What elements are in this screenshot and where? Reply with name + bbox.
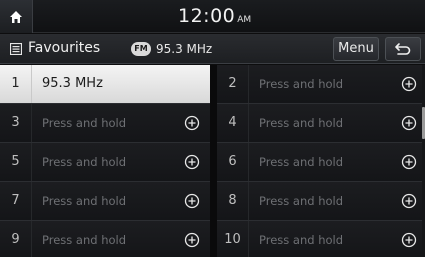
back-button[interactable]	[385, 37, 421, 61]
preset-number: 6	[217, 143, 249, 181]
add-circle-icon[interactable]	[401, 115, 417, 131]
clock-time: 12:00	[178, 5, 236, 27]
preset-label: Press and hold	[259, 233, 344, 247]
preset-label: Press and hold	[42, 155, 127, 169]
preset-label: 95.3 MHz	[42, 76, 103, 91]
clock-ampm: AM	[237, 15, 252, 25]
preset-10[interactable]: 10 Press and hold	[217, 221, 425, 257]
list-icon	[10, 43, 22, 55]
add-circle-icon[interactable]	[401, 154, 417, 170]
add-circle-icon[interactable]	[184, 154, 200, 170]
add-circle-icon[interactable]	[184, 193, 200, 209]
preset-label: Press and hold	[259, 194, 344, 208]
preset-2[interactable]: 2 Press and hold	[217, 65, 425, 104]
preset-label: Press and hold	[42, 194, 127, 208]
add-circle-icon[interactable]	[401, 232, 417, 248]
preset-3[interactable]: 3 Press and hold	[0, 104, 210, 143]
preset-number: 8	[217, 182, 249, 220]
title-bar: Favourites FM 95.3 MHz Menu	[0, 34, 425, 64]
preset-grid: 1 95.3 MHz 2 Press and hold 3 Press and …	[0, 65, 425, 257]
preset-6[interactable]: 6 Press and hold	[217, 143, 425, 182]
preset-5[interactable]: 5 Press and hold	[0, 143, 210, 182]
preset-label: Press and hold	[259, 155, 344, 169]
home-button[interactable]	[0, 0, 33, 33]
menu-button[interactable]: Menu	[333, 37, 379, 61]
preset-number: 4	[217, 104, 249, 142]
preset-number: 9	[0, 221, 32, 257]
add-circle-icon[interactable]	[401, 76, 417, 92]
home-icon	[10, 10, 22, 23]
preset-number: 3	[0, 104, 32, 142]
status-bar: 12:00 AM	[0, 0, 425, 33]
preset-4[interactable]: 4 Press and hold	[217, 104, 425, 143]
preset-9[interactable]: 9 Press and hold	[0, 221, 210, 257]
preset-number: 7	[0, 182, 32, 220]
preset-number: 5	[0, 143, 32, 181]
add-circle-icon[interactable]	[401, 193, 417, 209]
current-frequency: 95.3 MHz	[156, 42, 213, 56]
page-title: Favourites	[28, 40, 101, 56]
preset-label: Press and hold	[42, 233, 127, 247]
preset-8[interactable]: 8 Press and hold	[217, 182, 425, 221]
preset-label: Press and hold	[259, 116, 344, 130]
preset-1[interactable]: 1 95.3 MHz	[0, 65, 210, 104]
add-circle-icon[interactable]	[184, 115, 200, 131]
clock: 12:00 AM	[178, 5, 251, 29]
preset-7[interactable]: 7 Press and hold	[0, 182, 210, 221]
grid-divider	[210, 65, 217, 257]
preset-label: Press and hold	[42, 116, 127, 130]
band-badge: FM	[131, 42, 151, 56]
preset-number: 1	[0, 65, 32, 103]
preset-label: Press and hold	[259, 77, 344, 91]
back-icon	[395, 43, 411, 55]
preset-number: 2	[217, 65, 249, 103]
radio-favourites-screen: 12:00 AM Favourites FM 95.3 MHz Menu 1 9…	[0, 0, 425, 257]
preset-number: 10	[217, 221, 249, 257]
add-circle-icon[interactable]	[184, 232, 200, 248]
